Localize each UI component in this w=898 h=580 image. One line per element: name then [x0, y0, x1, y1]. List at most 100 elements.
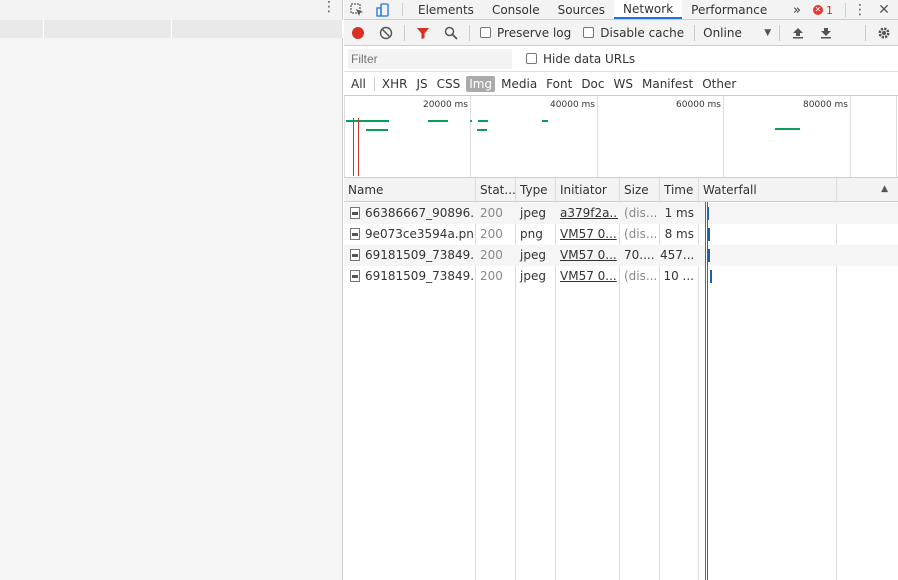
throttle-select[interactable]: Online ▼ [699, 26, 775, 40]
overview-request-bar [477, 129, 487, 131]
network-toolbar: Preserve log Disable cache Online ▼ [344, 20, 898, 46]
clear-button[interactable] [372, 20, 400, 46]
column-header-time[interactable]: Time [660, 178, 699, 202]
column-header-waterfall[interactable]: Waterfall [699, 178, 869, 202]
cell-initiator[interactable]: VM57 0... [556, 224, 618, 245]
more-tabs-icon[interactable]: » [793, 3, 801, 18]
filter-toggle-button[interactable] [409, 20, 437, 46]
cell-initiator[interactable]: VM57 0... [556, 245, 618, 266]
preserve-log-label: Preserve log [497, 25, 572, 40]
type-js[interactable]: JS [413, 76, 430, 92]
page-header-cell [172, 20, 343, 38]
device-toolbar-icon[interactable] [370, 0, 396, 19]
overview-gridline [850, 96, 851, 177]
disable-cache-label: Disable cache [600, 25, 685, 40]
preserve-log-checkbox[interactable]: Preserve log [480, 26, 571, 40]
type-css[interactable]: CSS [434, 76, 464, 92]
table-row[interactable]: 66386667_90896... 200 jpeg a379f2a... (d… [344, 203, 898, 224]
waterfall-bar[interactable] [710, 270, 712, 283]
error-counter[interactable]: ✕ 1 [813, 4, 833, 17]
checkbox-box[interactable] [583, 27, 595, 38]
type-img[interactable]: Img [466, 75, 496, 92]
column-header-type[interactable]: Type [516, 178, 555, 202]
inspect-icon[interactable] [344, 0, 370, 19]
export-har-button[interactable] [812, 20, 840, 46]
resource-type-filter: All XHR JS CSS Img Media Font Doc WS Man… [344, 72, 898, 96]
toolbar-separator [694, 24, 696, 41]
inspected-page-pane: ⋮ [0, 0, 343, 580]
filter-input[interactable] [348, 48, 512, 69]
overview-request-bar [478, 120, 488, 122]
gear-icon [878, 27, 890, 38]
request-table: Name Stat... Type Initiator Size Time Wa… [344, 178, 898, 580]
tab-performance[interactable]: Performance [682, 0, 776, 19]
type-xhr[interactable]: XHR [379, 76, 411, 92]
page-header-cell [0, 20, 44, 38]
clear-icon [379, 26, 393, 39]
download-icon [821, 27, 832, 38]
record-button[interactable] [344, 20, 372, 46]
type-media[interactable]: Media [498, 76, 540, 92]
network-settings-button[interactable] [870, 20, 898, 46]
cell-status: 200 [480, 248, 503, 262]
request-name: 69181509_73849... [365, 248, 474, 262]
request-table-header: Name Stat... Type Initiator Size Time Wa… [344, 178, 898, 202]
hide-data-urls-checkbox[interactable]: Hide data URLs [526, 52, 635, 66]
filter-icon [417, 27, 429, 39]
page-header-cell [44, 20, 172, 38]
page-topbar: ⋮ [0, 0, 342, 18]
type-other[interactable]: Other [699, 76, 739, 92]
cell-size: (dis... [624, 227, 658, 241]
overview-tick-label: 40000 ms [550, 100, 595, 110]
cell-size: 70.... [624, 248, 655, 262]
close-icon[interactable]: ✕ [876, 2, 892, 18]
checkbox-box[interactable] [480, 27, 491, 38]
type-ws[interactable]: WS [611, 76, 636, 92]
disable-cache-checkbox[interactable]: Disable cache [583, 26, 684, 40]
cell-time: 457... [660, 248, 695, 262]
checkbox-box[interactable] [526, 53, 537, 64]
type-doc[interactable]: Doc [578, 76, 607, 92]
table-row[interactable]: 69181509_73849... 200 jpeg VM57 0... 70.… [344, 245, 898, 266]
load-event-line [358, 118, 359, 176]
table-row[interactable]: 9e073ce3594a.png 200 png VM57 0... (dis.… [344, 224, 898, 245]
dom-content-loaded-line [705, 202, 706, 580]
tab-console[interactable]: Console [483, 0, 549, 19]
sort-asc-icon[interactable]: ▲ [881, 184, 888, 194]
cell-time: 8 ms [664, 227, 694, 241]
cell-initiator[interactable]: a379f2a... [556, 203, 618, 224]
tab-network[interactable]: Network [614, 0, 683, 19]
type-manifest[interactable]: Manifest [639, 76, 696, 92]
filter-bar: Hide data URLs [344, 46, 898, 72]
waterfall-bar[interactable] [708, 249, 710, 262]
column-header-initiator[interactable]: Initiator [556, 178, 619, 202]
cell-initiator[interactable]: VM57 0... [556, 266, 618, 287]
search-button[interactable] [437, 20, 465, 46]
waterfall-bar[interactable] [708, 228, 710, 241]
throttle-value: Online [703, 25, 742, 40]
cell-status: 200 [480, 206, 503, 220]
search-icon [444, 26, 458, 40]
column-header-status[interactable]: Stat... [476, 178, 515, 202]
chevron-down-icon: ▼ [764, 27, 772, 38]
column-header-name[interactable]: Name [344, 178, 475, 202]
type-all[interactable]: All [348, 76, 369, 92]
devtools-tabbar: Elements Console Sources Network Perform… [344, 0, 898, 20]
type-font[interactable]: Font [543, 76, 575, 92]
overview-tick-label: 20000 ms [423, 100, 468, 110]
import-har-button[interactable] [784, 20, 812, 46]
tab-elements[interactable]: Elements [409, 0, 483, 19]
cell-type: png [520, 227, 543, 241]
kebab-icon[interactable]: ⋮ [322, 0, 336, 16]
kebab-icon[interactable]: ⋮ [852, 2, 868, 18]
table-row[interactable]: 69181509_73849... 200 jpeg VM57 0... (di… [344, 266, 898, 287]
overview-gridline [896, 96, 897, 177]
tab-sources[interactable]: Sources [549, 0, 614, 19]
overview-gridline [344, 96, 345, 177]
network-overview[interactable]: 20000 ms 40000 ms 60000 ms 80000 ms [344, 96, 898, 178]
overview-gridline [470, 96, 471, 177]
tabbar-right: » ✕ 1 ⋮ ✕ [793, 0, 898, 20]
cell-type: jpeg [520, 269, 546, 283]
cell-size: (dis... [624, 206, 658, 220]
column-header-size[interactable]: Size [620, 178, 659, 202]
